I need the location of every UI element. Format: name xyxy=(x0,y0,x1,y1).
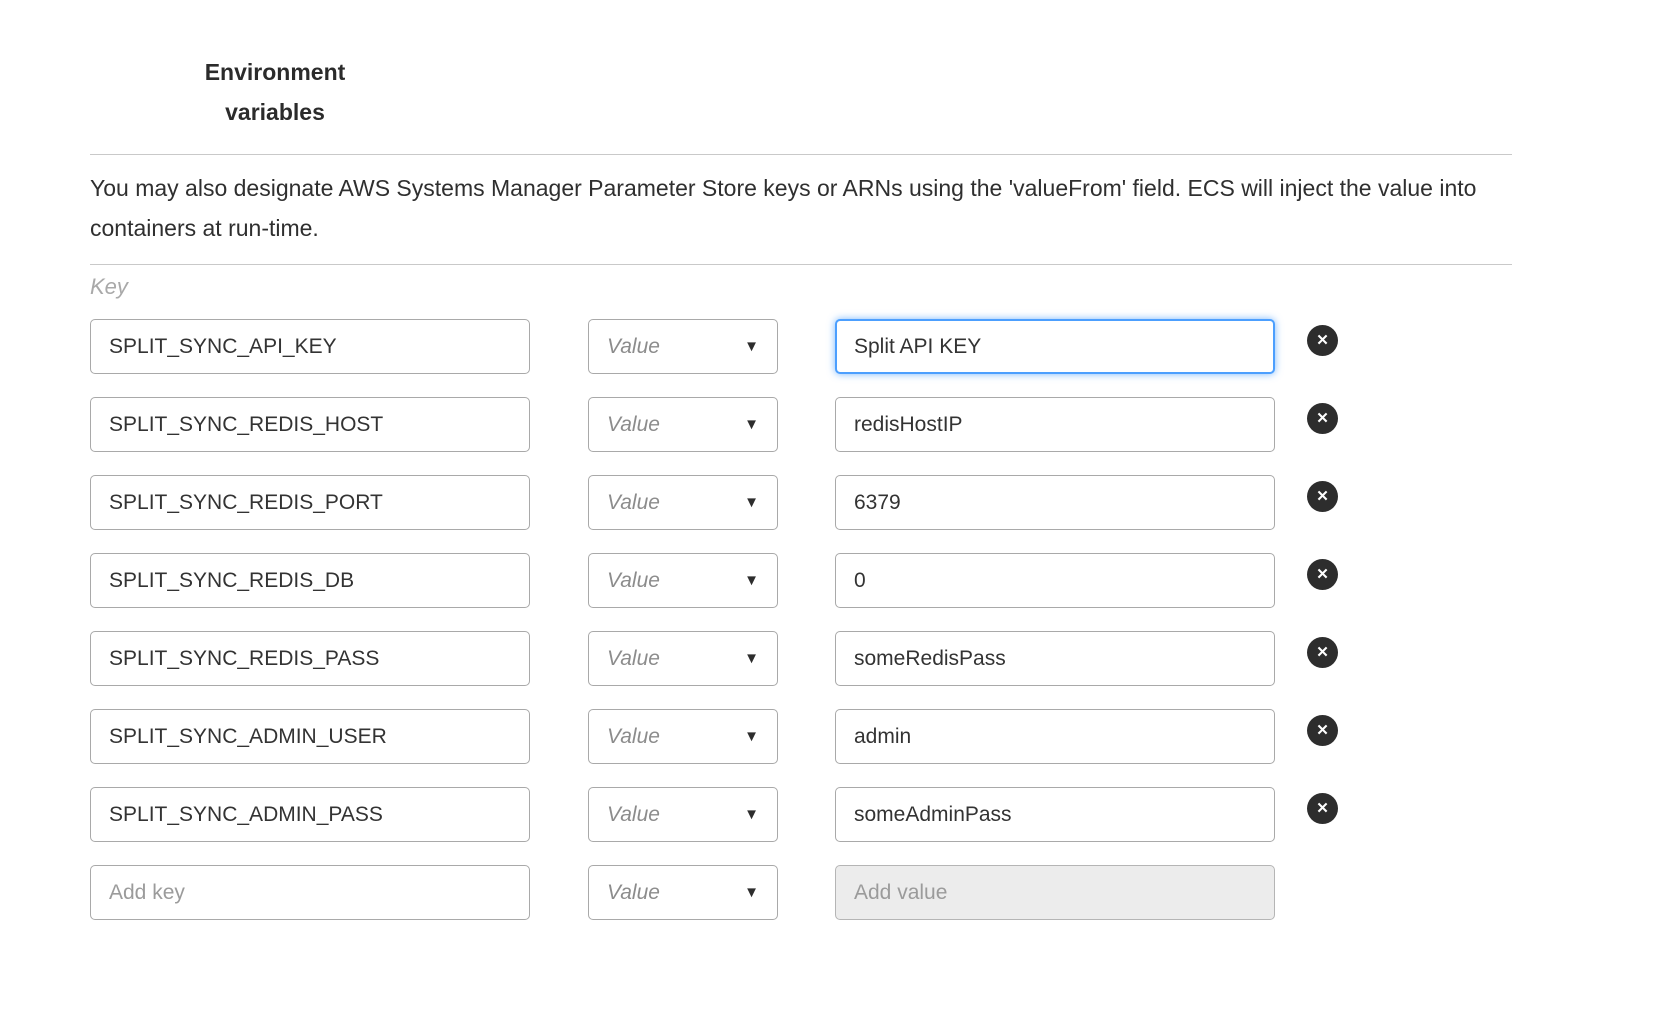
chevron-down-icon: ▼ xyxy=(744,573,759,588)
env-type-select[interactable]: Value ▼ xyxy=(588,319,778,374)
add-value-input[interactable] xyxy=(835,865,1275,920)
close-icon: ✕ xyxy=(1316,793,1329,824)
close-icon: ✕ xyxy=(1316,481,1329,512)
env-var-row: Value ▼ ✕ xyxy=(90,475,1512,530)
chevron-down-icon: ▼ xyxy=(744,885,759,900)
env-type-select-label: Value xyxy=(607,803,660,827)
env-var-add-row: Value ▼ xyxy=(90,865,1512,920)
chevron-down-icon: ▼ xyxy=(744,339,759,354)
env-type-select-label: Value xyxy=(607,491,660,515)
remove-row-button[interactable]: ✕ xyxy=(1307,715,1338,746)
remove-row-button[interactable]: ✕ xyxy=(1307,637,1338,668)
add-type-select-label: Value xyxy=(607,881,660,905)
remove-row-button[interactable]: ✕ xyxy=(1307,481,1338,512)
env-type-select[interactable]: Value ▼ xyxy=(588,709,778,764)
key-column-header: Key xyxy=(90,273,1512,301)
env-var-row: Value ▼ ✕ xyxy=(90,553,1512,608)
env-var-row: Value ▼ ✕ xyxy=(90,319,1512,374)
env-key-input[interactable] xyxy=(90,709,530,764)
env-value-input[interactable] xyxy=(835,319,1275,374)
env-key-input[interactable] xyxy=(90,475,530,530)
close-icon: ✕ xyxy=(1316,403,1329,434)
section-title-line2: variables xyxy=(200,92,350,132)
env-value-input[interactable] xyxy=(835,475,1275,530)
chevron-down-icon: ▼ xyxy=(744,729,759,744)
env-type-select-label: Value xyxy=(607,335,660,359)
top-divider xyxy=(90,154,1512,155)
add-key-input[interactable] xyxy=(90,865,530,920)
help-text: You may also designate AWS Systems Manag… xyxy=(90,168,1512,248)
env-type-select[interactable]: Value ▼ xyxy=(588,553,778,608)
remove-row-button[interactable]: ✕ xyxy=(1307,403,1338,434)
env-type-select-label: Value xyxy=(607,647,660,671)
env-type-select[interactable]: Value ▼ xyxy=(588,787,778,842)
env-var-rows: Value ▼ ✕ Value ▼ ✕ Value ▼ ✕ Value xyxy=(90,319,1512,842)
remove-row-button[interactable]: ✕ xyxy=(1307,793,1338,824)
close-icon: ✕ xyxy=(1316,325,1329,356)
env-type-select-label: Value xyxy=(607,413,660,437)
env-value-input[interactable] xyxy=(835,397,1275,452)
chevron-down-icon: ▼ xyxy=(744,651,759,666)
env-var-row: Value ▼ ✕ xyxy=(90,709,1512,764)
env-key-input[interactable] xyxy=(90,319,530,374)
env-key-input[interactable] xyxy=(90,553,530,608)
environment-variables-section: You may also designate AWS Systems Manag… xyxy=(90,154,1512,920)
remove-spacer xyxy=(1307,865,1338,896)
close-icon: ✕ xyxy=(1316,637,1329,668)
env-value-input[interactable] xyxy=(835,631,1275,686)
env-type-select[interactable]: Value ▼ xyxy=(588,475,778,530)
close-icon: ✕ xyxy=(1316,559,1329,590)
env-key-input[interactable] xyxy=(90,631,530,686)
env-type-select[interactable]: Value ▼ xyxy=(588,397,778,452)
env-var-row: Value ▼ ✕ xyxy=(90,397,1512,452)
chevron-down-icon: ▼ xyxy=(744,495,759,510)
env-type-select-label: Value xyxy=(607,569,660,593)
section-title-line1: Environment xyxy=(200,52,350,92)
remove-row-button[interactable]: ✕ xyxy=(1307,559,1338,590)
section-title: Environment variables xyxy=(200,52,350,132)
add-type-select[interactable]: Value ▼ xyxy=(588,865,778,920)
env-value-input[interactable] xyxy=(835,553,1275,608)
close-icon: ✕ xyxy=(1316,715,1329,746)
env-key-input[interactable] xyxy=(90,397,530,452)
env-type-select[interactable]: Value ▼ xyxy=(588,631,778,686)
chevron-down-icon: ▼ xyxy=(744,807,759,822)
env-value-input[interactable] xyxy=(835,709,1275,764)
env-var-row: Value ▼ ✕ xyxy=(90,631,1512,686)
env-key-input[interactable] xyxy=(90,787,530,842)
chevron-down-icon: ▼ xyxy=(744,417,759,432)
env-type-select-label: Value xyxy=(607,725,660,749)
env-var-row: Value ▼ ✕ xyxy=(90,787,1512,842)
table-divider xyxy=(90,264,1512,265)
env-value-input[interactable] xyxy=(835,787,1275,842)
remove-row-button[interactable]: ✕ xyxy=(1307,325,1338,356)
